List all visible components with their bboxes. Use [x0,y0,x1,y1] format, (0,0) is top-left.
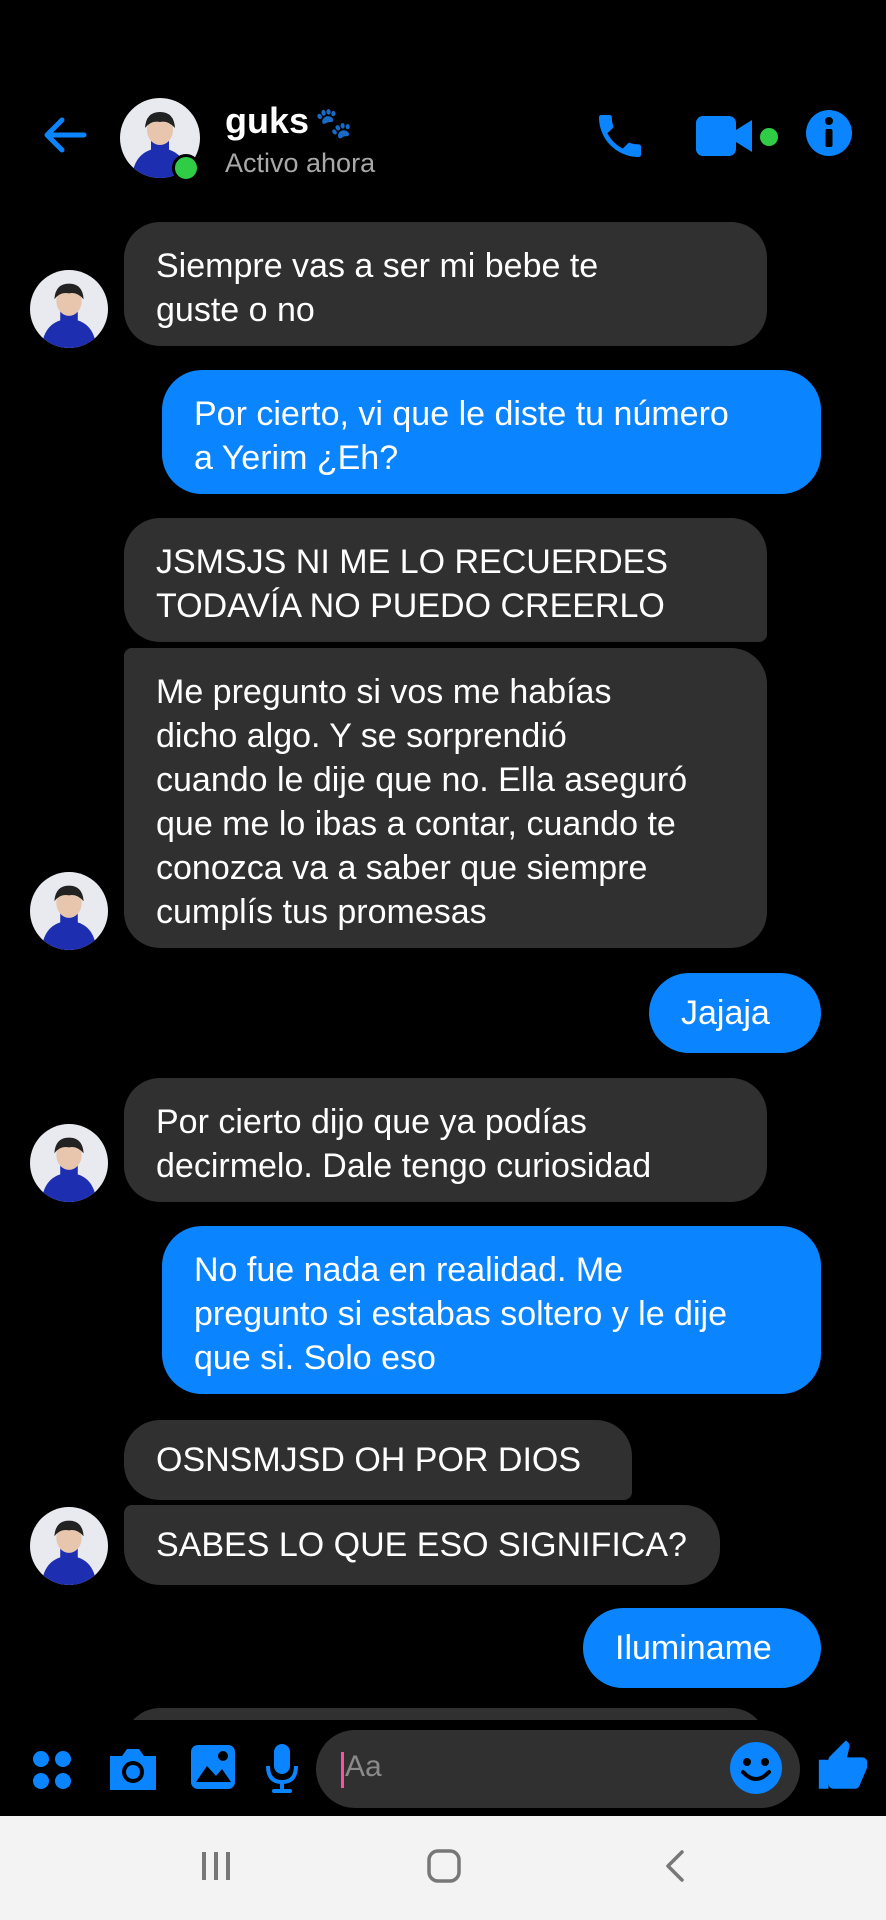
emoji-icon[interactable] [728,1740,784,1796]
text-caret [341,1752,344,1788]
message-bubble-incoming[interactable]: Por cierto dijo que ya podías decirmelo.… [124,1078,767,1202]
contact-avatar-small [30,872,108,950]
camera-icon[interactable] [106,1744,160,1794]
message-bubble-outgoing[interactable]: No fue nada en realidad. Me pregunto si … [162,1226,821,1394]
message-bubble-incoming[interactable]: Siempre vas a ser mi bebe te guste o no [124,222,767,346]
contact-name-text: guks [225,100,310,141]
message-bubble-incoming[interactable]: Me pregunto si vos me habías dicho algo.… [124,648,767,948]
like-thumbs-up-icon[interactable] [814,1738,872,1796]
video-active-dot [760,128,778,146]
video-call-icon[interactable] [694,108,760,164]
apps-grid-icon[interactable] [30,1748,74,1792]
contact-name[interactable]: guks 🐾 [225,100,352,142]
home-icon[interactable] [424,1846,464,1886]
message-bubble-incoming[interactable]: JSMSJS NI ME LO RECUERDES TODAVÍA NO PUE… [124,518,767,642]
back-arrow-icon[interactable] [40,110,90,160]
gallery-icon[interactable] [188,1742,238,1792]
message-bubble-incoming[interactable]: SABES LO QUE ESO SIGNIFICA? [124,1505,720,1585]
microphone-icon[interactable] [262,1742,302,1796]
contact-emoji: 🐾 [315,107,353,140]
recent-apps-icon[interactable] [196,1846,236,1886]
phone-call-icon[interactable] [592,108,648,164]
message-bubble-outgoing[interactable]: Jajaja [649,973,821,1053]
contact-avatar-small [30,270,108,348]
contact-avatar-small [30,1124,108,1202]
info-icon[interactable] [804,108,854,158]
contact-status: Activo ahora [225,148,376,178]
message-bubble-incoming[interactable]: OSNSMJSD OH POR DIOS [124,1420,632,1500]
message-bubble-outgoing[interactable]: Iluminame [583,1608,821,1688]
online-indicator [172,154,200,182]
back-nav-icon[interactable] [656,1846,696,1886]
message-bubble-outgoing[interactable]: Por cierto, vi que le diste tu número a … [162,370,821,494]
contact-avatar-small [30,1507,108,1585]
message-input-placeholder: Aa [345,1750,382,1783]
